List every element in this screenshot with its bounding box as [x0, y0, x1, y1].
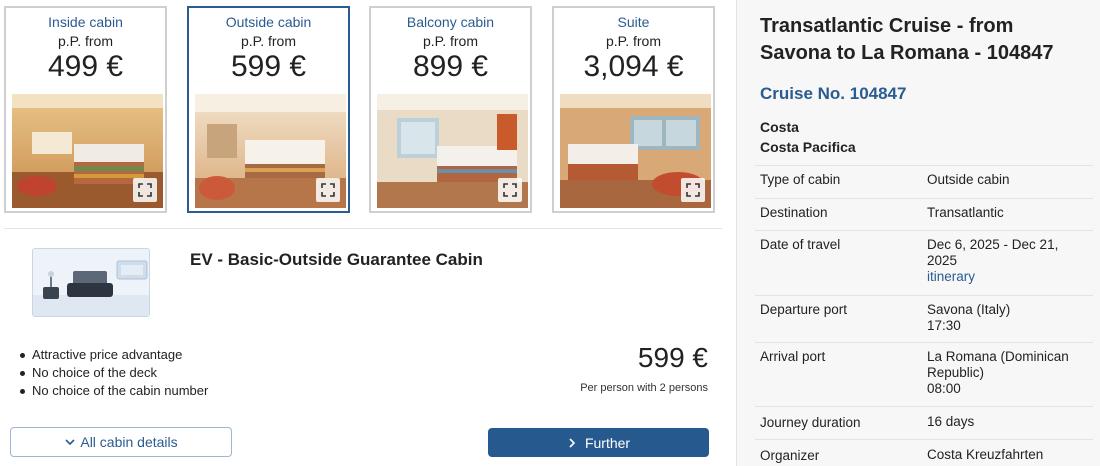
detail-label: Type of cabin: [760, 172, 841, 187]
expand-icon[interactable]: [681, 178, 705, 202]
cabin-feature-list: Attractive price advantage No choice of …: [18, 346, 208, 400]
cabin-type-label: Balcony cabin: [406, 14, 495, 30]
detail-row-date: Date of travel Dec 6, 2025 - Dec 21, 202…: [755, 230, 1093, 295]
detail-value: Costa Kreuzfahrten: [927, 447, 1044, 462]
cabin-type-label: Suite: [617, 14, 650, 30]
price-from-label: p.P. from: [606, 33, 661, 49]
travel-dates: Dec 6, 2025 - Dec 21, 2025: [927, 237, 1059, 268]
cabin-category-thumbnail: [32, 248, 150, 317]
departure-port: Savona (Italy): [927, 302, 1011, 317]
detail-row-destination: Destination Transatlantic: [755, 198, 1093, 230]
detail-label: Arrival port: [760, 349, 826, 364]
cruise-number: Cruise No. 104847: [760, 84, 907, 103]
feature-item: No choice of the deck: [18, 364, 208, 382]
detail-value: 16 days: [927, 414, 975, 429]
all-cabin-details-button[interactable]: All cabin details: [10, 427, 232, 457]
further-label: Further: [584, 434, 631, 451]
detail-value-group: Dec 6, 2025 - Dec 21, 2025 itinerary: [927, 237, 1087, 285]
cruise-summary-panel: Transatlantic Cruise - from Savona to La…: [737, 0, 1100, 466]
feature-item: No choice of the cabin number: [18, 382, 208, 400]
further-button[interactable]: Further: [488, 428, 709, 457]
price-note: Per person with 2 persons: [580, 382, 708, 394]
cabin-card-balcony[interactable]: Balcony cabin p.P. from 899 €: [369, 6, 532, 213]
arrival-port: La Romana (Dominican Republic): [927, 349, 1069, 380]
detail-value-group: Savona (Italy) 17:30: [927, 302, 1087, 334]
divider: [4, 228, 722, 229]
cabin-type-label: Outside cabin: [225, 14, 312, 30]
cabin-photo: [560, 94, 711, 208]
expand-icon[interactable]: [498, 178, 522, 202]
itinerary-link[interactable]: itinerary: [927, 269, 975, 284]
detail-row-organizer: Organizer Costa Kreuzfahrten: [755, 439, 1093, 466]
cabin-photo: [195, 94, 346, 208]
cruise-title: Transatlantic Cruise - from Savona to La…: [760, 15, 1054, 64]
cabin-price: 499 €: [47, 50, 124, 83]
cabin-price: 599 €: [230, 50, 307, 83]
detail-label: Destination: [760, 205, 828, 220]
feature-item: Attractive price advantage: [18, 346, 208, 364]
cabin-category-title: EV - Basic-Outside Guarantee Cabin: [190, 250, 483, 269]
detail-row-arrival: Arrival port La Romana (Dominican Republ…: [755, 342, 1093, 406]
detail-label: Date of travel: [760, 237, 841, 252]
expand-icon[interactable]: [316, 178, 340, 202]
detail-label: Departure port: [760, 302, 848, 317]
chevron-right-icon: [569, 437, 576, 448]
detail-value-group: La Romana (Dominican Republic) 08:00: [927, 349, 1087, 397]
cabin-card-outside[interactable]: Outside cabin p.P. from 599 €: [187, 6, 350, 213]
detail-value: Outside cabin: [927, 172, 1010, 187]
cabin-photo: [12, 94, 163, 208]
price-from-label: p.P. from: [423, 33, 478, 49]
detail-row-cabin-type: Type of cabin Outside cabin: [755, 165, 1093, 198]
arrival-time: 08:00: [927, 381, 961, 396]
cabin-card-suite[interactable]: Suite p.P. from 3,094 €: [552, 6, 715, 213]
detail-value: Transatlantic: [927, 205, 1004, 220]
all-cabin-details-label: All cabin details: [80, 434, 178, 450]
detail-row-duration: Journey duration 16 days: [755, 406, 1093, 439]
cabin-type-label: Inside cabin: [48, 14, 123, 30]
cabin-price: 899 €: [412, 50, 489, 83]
cabin-photo: [377, 94, 528, 208]
selected-price: 599 €: [637, 342, 708, 373]
detail-label: Organizer: [760, 448, 820, 463]
ship-name: Costa Pacifica: [760, 139, 856, 155]
price-from-label: p.P. from: [58, 33, 113, 49]
cabin-card-inside[interactable]: Inside cabin p.P. from 499 €: [4, 6, 167, 213]
detail-row-departure: Departure port Savona (Italy) 17:30: [755, 295, 1093, 342]
cruise-line: Costa: [760, 119, 799, 135]
expand-icon[interactable]: [133, 178, 157, 202]
price-from-label: p.P. from: [241, 33, 296, 49]
detail-label: Journey duration: [760, 415, 861, 430]
cabin-price: 3,094 €: [583, 50, 684, 83]
departure-time: 17:30: [927, 318, 961, 333]
cabin-selection-panel: Inside cabin p.P. from 499 € Outside cab…: [0, 0, 722, 466]
chevron-down-icon: [65, 439, 75, 446]
